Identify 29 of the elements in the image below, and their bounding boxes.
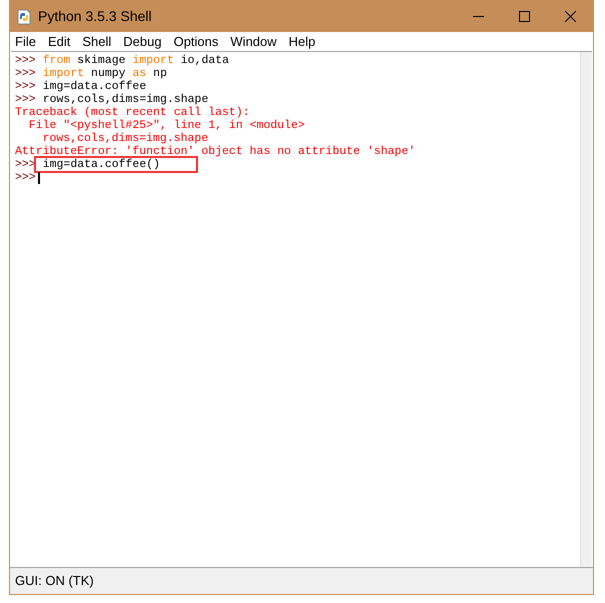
menu-item[interactable]: File	[15, 32, 36, 52]
code-line: img=data.coffee	[42, 80, 146, 93]
error-output: rows,cols,dims=img.shape	[42, 132, 208, 145]
menu-item[interactable]: Options	[174, 32, 218, 52]
menu-item[interactable]: Debug	[123, 32, 162, 52]
error-output: AttributeError: 'function' object has no attribute 'shape'	[15, 145, 416, 158]
menu-item[interactable]: Help	[288, 32, 316, 52]
close-icon	[564, 11, 576, 22]
maximize-icon	[518, 11, 530, 22]
prompt: >>>	[15, 171, 36, 184]
code-line: rows,cols,dims=img.shape	[42, 93, 208, 106]
menu-item[interactable]: Window	[230, 32, 277, 52]
code-line: import numpy as np	[42, 67, 167, 80]
error-output: Traceback (most recent call last):	[15, 106, 250, 119]
python-logo-icon	[16, 8, 32, 24]
code-line: from skimage import io,data	[42, 54, 230, 67]
error-output: File "<pyshell#25>", line 1, in <module>	[28, 119, 305, 132]
prompt: >>>	[15, 67, 36, 80]
prompt: >>>	[15, 80, 36, 93]
text-cursor	[38, 172, 40, 184]
menu-item[interactable]: Shell	[82, 32, 112, 52]
prompt: >>>	[15, 93, 36, 106]
code-line: img=data.coffee()	[36, 158, 196, 171]
scrollbar[interactable]	[580, 52, 592, 567]
menu-item[interactable]: Edit	[48, 32, 70, 52]
window-title: Python 3.5.3 Shell	[38, 7, 152, 26]
prompt: >>>	[15, 54, 36, 67]
minimize-icon	[472, 16, 484, 17]
status-text: GUI: ON (TK)	[15, 572, 94, 590]
